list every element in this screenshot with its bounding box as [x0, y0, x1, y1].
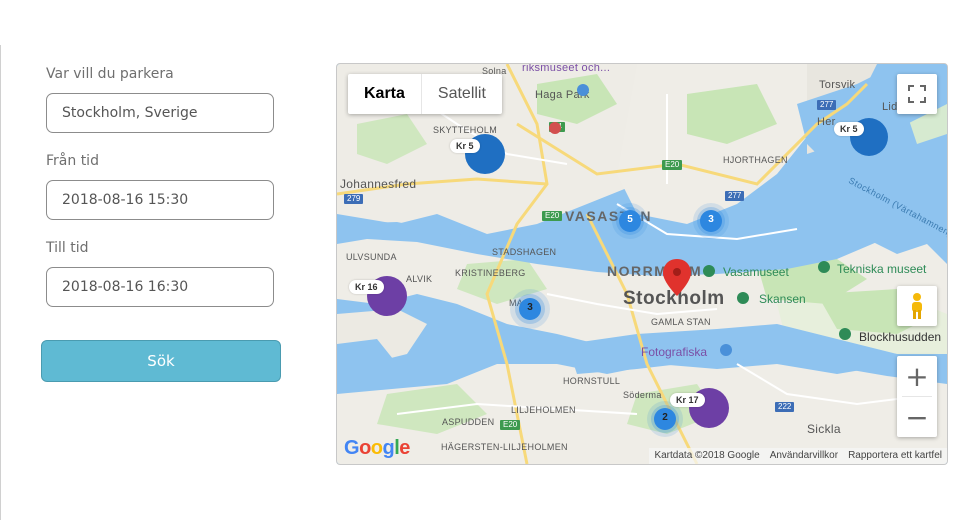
fullscreen-icon — [908, 85, 926, 103]
fullscreen-button[interactable] — [897, 74, 937, 114]
price-marker-alvik[interactable]: Kr 16 — [349, 280, 384, 294]
map-label-sodermalm: Söderma — [623, 390, 662, 400]
map-label-stockholm: Stockholm — [623, 288, 725, 309]
street-view-button[interactable] — [897, 286, 937, 326]
zoom-out-button[interactable]: − — [897, 397, 937, 437]
map-label-herserud: Her — [817, 116, 836, 128]
to-time-label: Till tid — [46, 240, 89, 256]
road-shield-e4: E4 — [549, 122, 565, 132]
map-label-blockhusudden: Blockhusudden — [859, 330, 942, 344]
road-shield-e20: E20 — [542, 211, 563, 221]
road-shield-277: 277 — [725, 191, 745, 201]
zoom-in-button[interactable]: + — [897, 356, 937, 396]
price-marker-torsvik[interactable]: Kr 5 — [834, 122, 864, 136]
road-shield-e20: E20 — [662, 160, 683, 170]
map-label-torsvik: Torsvik — [819, 79, 856, 91]
map-label-fotografiska: Fotografiska — [641, 345, 708, 359]
road-shield-e20: E20 — [500, 420, 521, 430]
road-shield-277: 277 — [817, 100, 837, 110]
map-label-ulvsunda: ULVSUNDA — [346, 252, 397, 262]
map-view[interactable]: Karta Satellit Solna riksmuseet och... H… — [336, 63, 948, 465]
map-label-tekniska: Tekniska museet — [837, 262, 927, 276]
road-shield-279: 279 — [344, 194, 364, 204]
price-marker-sodermalm[interactable]: Kr 17 — [670, 393, 705, 407]
map-label-hagapark: Haga Park — [535, 89, 590, 101]
map-label-kristineberg: KRISTINEBERG — [455, 268, 526, 278]
map-label-norrmalm: NORRMALM — [607, 263, 703, 279]
search-button[interactable]: Sök — [41, 340, 281, 382]
cluster-marker-vasastan[interactable]: 5 — [620, 214, 640, 225]
from-time-label: Från tid — [46, 153, 99, 169]
map-label-museum: riksmuseet och... — [522, 63, 611, 74]
zoom-control: + − — [897, 356, 937, 437]
map-label-hjorthagen: HJORTHAGEN — [723, 155, 788, 165]
location-label: Var vill du parkera — [46, 66, 174, 82]
map-type-control: Karta Satellit — [348, 74, 502, 114]
price-marker-skytteholm[interactable]: Kr 5 — [450, 139, 480, 153]
map-label-johannesfred: Johannesfred — [340, 177, 417, 191]
report-error-link[interactable]: Rapportera ett kartfel — [843, 448, 947, 464]
cluster-marker-sodermalm[interactable]: 2 — [655, 412, 675, 423]
pegman-icon — [912, 293, 922, 319]
cluster-marker-hjorthagen[interactable]: 3 — [701, 214, 721, 225]
map-label-stadshagen: STADSHAGEN — [492, 247, 557, 257]
map-label-skytteholm: SKYTTEHOLM — [433, 125, 498, 135]
map-label-hagersten: HÄGERSTEN-LILJEHOLMEN — [441, 442, 568, 452]
map-type-map-button[interactable]: Karta — [348, 74, 421, 114]
map-attribution: Kartdata ©2018 Google Användarvillkor Ra… — [649, 448, 947, 464]
map-type-satellite-button[interactable]: Satellit — [420, 74, 502, 114]
to-time-input[interactable] — [46, 267, 274, 307]
terms-link[interactable]: Användarvillkor — [765, 448, 843, 464]
map-label-hornstull: HORNSTULL — [563, 376, 621, 386]
map-label-lidingo: Lid — [882, 101, 898, 113]
map-label-solna: Solna — [482, 66, 507, 76]
left-divider — [0, 45, 1, 520]
map-label-gamlastan: GAMLA STAN — [651, 317, 711, 327]
map-label-alvik: ALVIK — [406, 274, 433, 284]
map-label-vasamuseet: Vasamuseet — [723, 265, 789, 279]
google-logo[interactable]: Google — [344, 437, 410, 460]
map-label-skansen: Skansen — [759, 292, 806, 306]
road-shield-222: 222 — [775, 402, 795, 412]
map-label-liljeholmen: LILJEHOLMEN — [511, 405, 576, 415]
map-data-text: Kartdata ©2018 Google — [654, 450, 760, 461]
from-time-input[interactable] — [46, 180, 274, 220]
location-input[interactable] — [46, 93, 274, 133]
cluster-marker-kungsholmen[interactable]: 3 — [520, 302, 540, 313]
map-label-sickla: Sickla — [807, 422, 841, 436]
map-label-aspudden: ASPUDDEN — [442, 417, 495, 427]
